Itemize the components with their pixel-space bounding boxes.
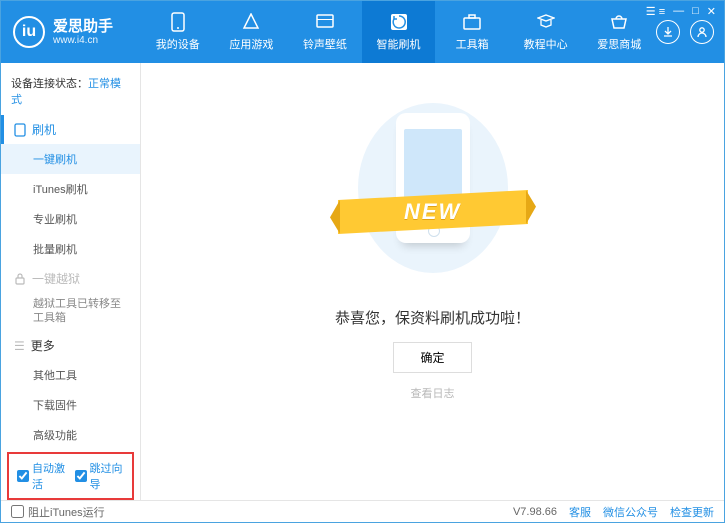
sidebar-item-batch-flash[interactable]: 批量刷机 — [1, 234, 140, 264]
maximize-icon[interactable]: □ — [692, 5, 699, 18]
block-itunes-label: 阻止iTunes运行 — [28, 504, 105, 520]
checkbox-skip-guide[interactable]: 跳过向导 — [75, 460, 125, 492]
sidebar: 设备连接状态：正常模式 刷机 一键刷机 iTunes刷机 专业刷机 批量刷机 一… — [1, 63, 141, 500]
jailbreak-note: 越狱工具已转移至工具箱 — [1, 293, 140, 331]
apps-icon — [241, 12, 261, 32]
status-bar: 阻止iTunes运行 V7.98.66 客服 微信公众号 检查更新 — [1, 500, 724, 522]
header-right — [656, 20, 724, 44]
logo-icon: iu — [13, 16, 45, 48]
wechat-link[interactable]: 微信公众号 — [603, 504, 658, 520]
phone-small-icon — [14, 123, 26, 137]
app-url: www.i4.cn — [53, 35, 113, 46]
flash-icon — [389, 12, 409, 32]
close-icon[interactable]: ✕ — [707, 5, 716, 18]
nav-my-device[interactable]: 我的设备 — [141, 1, 215, 63]
section-more[interactable]: ☰ 更多 — [1, 331, 140, 360]
device-connection-state: 设备连接状态：正常模式 — [1, 71, 140, 115]
window-controls: ☰ ≡ — □ ✕ — [646, 5, 716, 18]
section-jailbreak: 一键越狱 — [1, 264, 140, 293]
menu-icon[interactable]: ☰ ≡ — [646, 5, 665, 18]
minimize-icon[interactable]: — — [673, 5, 684, 18]
checkbox-auto-activate[interactable]: 自动激活 — [17, 460, 67, 492]
top-nav: 我的设备 应用游戏 铃声壁纸 智能刷机 工具箱 教程中心 爱思商城 — [141, 1, 656, 63]
nav-toolbox[interactable]: 工具箱 — [435, 1, 509, 63]
sidebar-item-oneclick-flash[interactable]: 一键刷机 — [1, 144, 140, 174]
store-icon — [609, 12, 629, 32]
check-update-link[interactable]: 检查更新 — [670, 504, 714, 520]
options-highlight-box: 自动激活 跳过向导 — [7, 452, 134, 500]
success-message: 恭喜您，保资料刷机成功啦！ — [335, 307, 530, 328]
sidebar-item-pro-flash[interactable]: 专业刷机 — [1, 204, 140, 234]
view-log-link[interactable]: 查看日志 — [411, 385, 455, 401]
nav-tutorials[interactable]: 教程中心 — [509, 1, 583, 63]
tutorial-icon — [536, 12, 556, 32]
main-content: NEW 恭喜您，保资料刷机成功啦！ 确定 查看日志 — [141, 63, 724, 500]
toolbox-icon — [462, 12, 482, 32]
phone-icon — [168, 12, 188, 32]
more-icon: ☰ — [14, 339, 25, 353]
success-illustration: NEW — [358, 103, 508, 273]
nav-apps[interactable]: 应用游戏 — [215, 1, 289, 63]
app-title: 爱思助手 — [53, 19, 113, 35]
sidebar-item-advanced[interactable]: 高级功能 — [1, 420, 140, 450]
customer-service-link[interactable]: 客服 — [569, 504, 591, 520]
nav-ringtones[interactable]: 铃声壁纸 — [288, 1, 362, 63]
app-header: iu 爱思助手 www.i4.cn 我的设备 应用游戏 铃声壁纸 智能刷机 工具… — [1, 1, 724, 63]
checkbox-block-itunes[interactable] — [11, 505, 24, 518]
download-icon[interactable] — [656, 20, 680, 44]
wallpaper-icon — [315, 12, 335, 32]
nav-flash[interactable]: 智能刷机 — [362, 1, 436, 63]
logo: iu 爱思助手 www.i4.cn — [1, 16, 141, 48]
sidebar-item-other-tools[interactable]: 其他工具 — [1, 360, 140, 390]
sidebar-item-download-firmware[interactable]: 下载固件 — [1, 390, 140, 420]
user-icon[interactable] — [690, 20, 714, 44]
version-label: V7.98.66 — [513, 506, 557, 518]
section-flash[interactable]: 刷机 — [1, 115, 140, 144]
lock-icon — [14, 273, 26, 285]
sidebar-item-itunes-flash[interactable]: iTunes刷机 — [1, 174, 140, 204]
ok-button[interactable]: 确定 — [393, 342, 471, 373]
